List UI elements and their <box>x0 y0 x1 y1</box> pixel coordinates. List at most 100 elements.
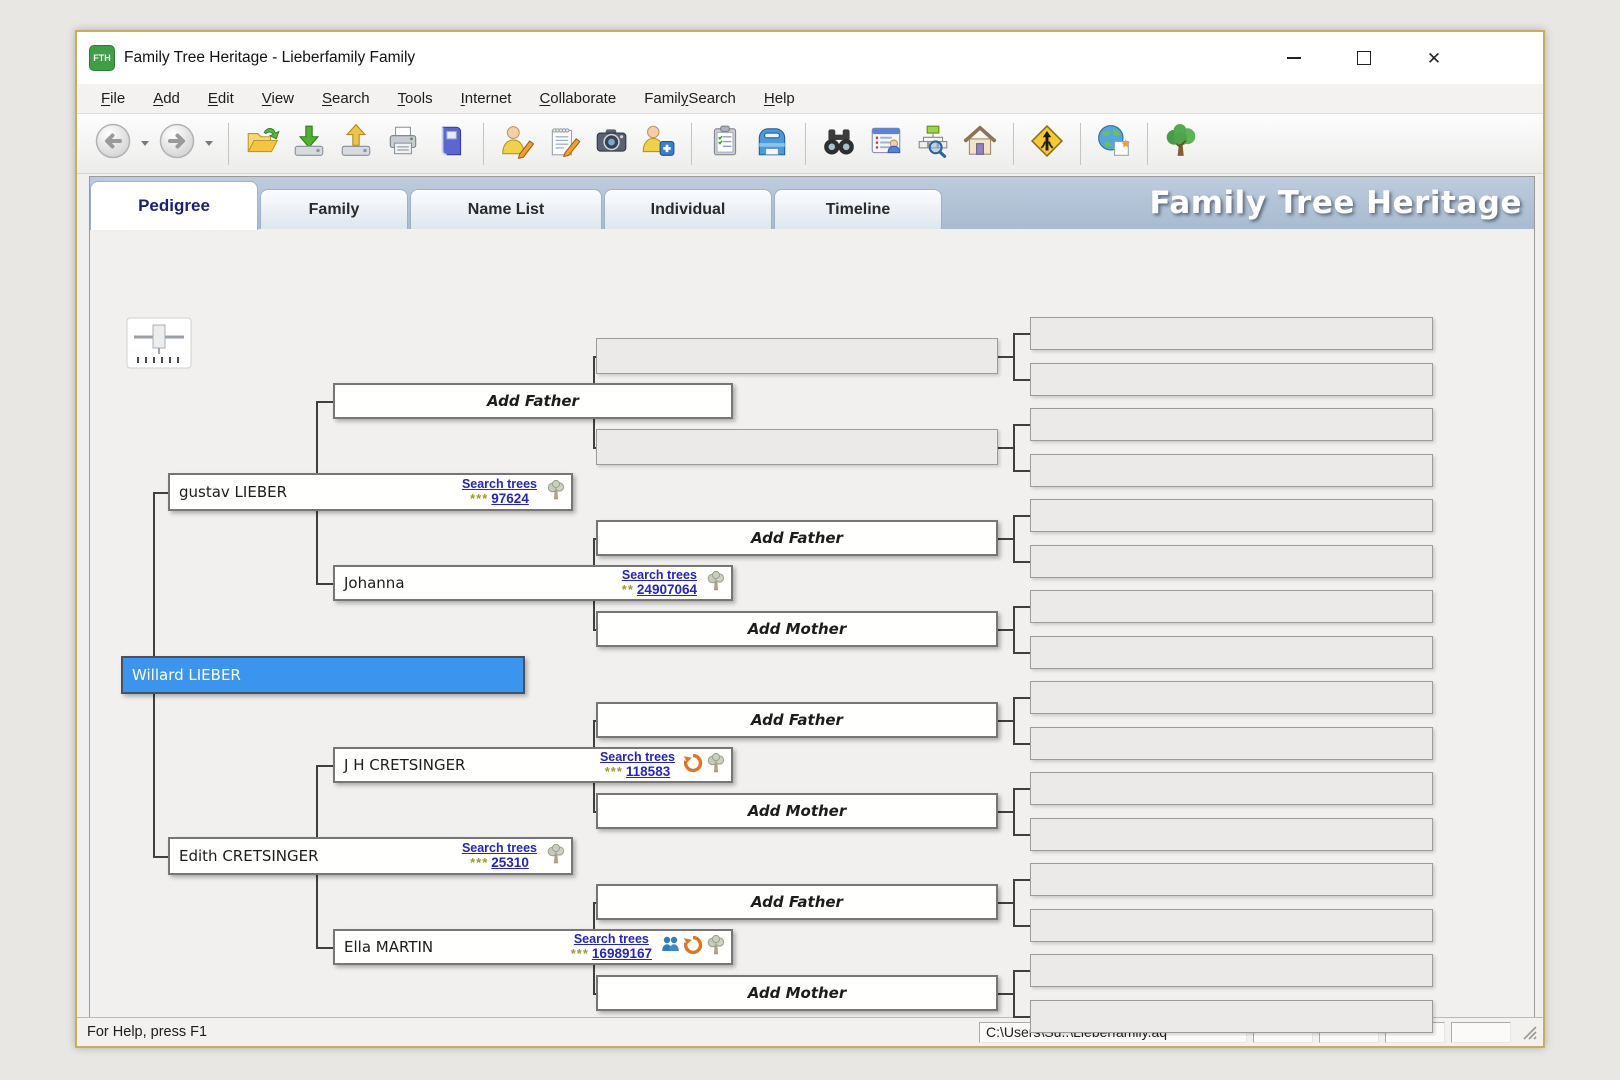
menu-help[interactable]: Help <box>750 90 809 107</box>
tree-id-link[interactable]: 24907064 <box>637 582 697 597</box>
tab-name-list[interactable]: Name List <box>410 189 602 230</box>
connector-line <box>316 765 333 767</box>
person-name: Johanna <box>335 574 405 592</box>
connector-line <box>1013 879 1015 925</box>
app-icon: FTH <box>89 45 115 71</box>
family-tree-icon[interactable] <box>545 479 567 506</box>
empty-ancestor-box <box>1030 636 1433 669</box>
empty-ancestor-box <box>1030 590 1433 623</box>
tree-id-link[interactable]: 97624 <box>491 491 529 506</box>
media-button[interactable] <box>590 120 632 168</box>
connector-line <box>1013 652 1030 654</box>
tasks-button[interactable] <box>704 120 746 168</box>
pedigree-navigation-widget[interactable] <box>126 317 192 369</box>
match-stars: ** <box>622 583 634 596</box>
connector-line <box>1013 424 1030 426</box>
tree-id-link[interactable]: 118583 <box>626 764 670 779</box>
menu-internet[interactable]: Internet <box>447 90 526 107</box>
pedigree-box-edith-cretsinger[interactable]: Edith CRETSINGERSearch trees***25310 <box>168 837 573 875</box>
tab-individual[interactable]: Individual <box>604 189 772 230</box>
connector-line <box>1013 1016 1030 1018</box>
menu-edit[interactable]: Edit <box>194 90 248 107</box>
book-reports-button[interactable] <box>429 120 471 168</box>
close-button[interactable]: ✕ <box>1425 49 1443 67</box>
pedigree-box-ella-martin[interactable]: Ella MARTINSearch trees***16989167 <box>333 929 733 965</box>
search-icon <box>821 123 857 164</box>
menu-collaborate[interactable]: Collaborate <box>525 90 630 107</box>
tree-id-link[interactable]: 16989167 <box>592 946 652 961</box>
pedigree-box-j-h-cretsinger[interactable]: J H CRETSINGERSearch trees***118583 <box>333 747 733 783</box>
empty-ancestor-box <box>1030 818 1433 851</box>
menu-familysearch[interactable]: FamilySearch <box>630 90 750 107</box>
search-trees-link[interactable]: Search trees <box>462 477 537 491</box>
merge-button[interactable] <box>1026 120 1068 168</box>
tasks-icon <box>707 123 743 164</box>
add-mother-box[interactable]: Add Mother <box>596 793 998 829</box>
menu-add[interactable]: Add <box>139 90 194 107</box>
pedigree-box-johanna[interactable]: Johanna Search trees**24907064 <box>333 565 733 601</box>
connector-line <box>1013 970 1030 972</box>
add-father-box[interactable]: Add Father <box>333 383 733 419</box>
minimize-button[interactable] <box>1285 49 1303 67</box>
connector-line <box>1013 697 1015 743</box>
research-manager-button[interactable] <box>912 120 954 168</box>
print-button[interactable] <box>382 120 424 168</box>
connector-line <box>1013 834 1030 836</box>
pedigree-box-gustav-lieber[interactable]: gustav LIEBERSearch trees***97624 <box>168 473 573 511</box>
connector-line <box>1013 697 1030 699</box>
research-manager-icon <box>915 123 951 164</box>
maximize-button[interactable] <box>1355 49 1373 67</box>
import-button[interactable] <box>288 120 330 168</box>
correspondence-button[interactable] <box>751 120 793 168</box>
search-trees-link[interactable]: Search trees <box>600 750 675 764</box>
add-father-box[interactable]: Add Father <box>596 520 998 556</box>
web-publish-button[interactable] <box>1093 120 1135 168</box>
family-tree-icon[interactable] <box>705 752 727 779</box>
back-button[interactable] <box>93 120 133 168</box>
add-individual-button[interactable] <box>637 120 679 168</box>
menu-file[interactable]: File <box>87 90 139 107</box>
menu-tools[interactable]: Tools <box>384 90 447 107</box>
media-icon <box>593 123 629 164</box>
forward-button[interactable] <box>157 120 197 168</box>
forward-dropdown-button[interactable] <box>202 120 216 168</box>
sync-icon[interactable] <box>683 753 703 778</box>
tree-id-link[interactable]: 25310 <box>491 855 529 870</box>
tree-chart-button[interactable] <box>1160 120 1202 168</box>
search-trees-link[interactable]: Search trees <box>574 932 649 946</box>
search-trees-link[interactable]: Search trees <box>622 568 697 582</box>
tab-pedigree[interactable]: Pedigree <box>90 181 258 230</box>
back-dropdown-button[interactable] <box>138 120 152 168</box>
menu-search[interactable]: Search <box>308 90 384 107</box>
group-icon[interactable] <box>660 934 681 960</box>
tab-family[interactable]: Family <box>260 189 408 230</box>
sync-icon[interactable] <box>683 935 703 960</box>
pedigree-box-root[interactable]: Willard LIEBER <box>121 656 525 694</box>
connector-line <box>998 811 1013 813</box>
edit-individual-button[interactable] <box>496 120 538 168</box>
box-icons <box>545 843 571 870</box>
connector-line <box>998 902 1013 904</box>
add-mother-box[interactable]: Add Mother <box>596 611 998 647</box>
family-tree-icon[interactable] <box>705 934 727 961</box>
person-name: Edith CRETSINGER <box>170 847 319 865</box>
home-family-button[interactable] <box>959 120 1001 168</box>
add-father-box[interactable]: Add Father <box>596 884 998 920</box>
edit-notes-button[interactable] <box>543 120 585 168</box>
individual-summary-button[interactable] <box>865 120 907 168</box>
familysearch-links: Search trees***97624 <box>462 477 545 506</box>
tab-timeline[interactable]: Timeline <box>774 189 942 230</box>
menu-view[interactable]: View <box>248 90 308 107</box>
search-trees-link[interactable]: Search trees <box>462 841 537 855</box>
add-father-box[interactable]: Add Father <box>596 702 998 738</box>
family-tree-icon[interactable] <box>705 570 727 597</box>
export-button[interactable] <box>335 120 377 168</box>
search-button[interactable] <box>818 120 860 168</box>
resize-grip[interactable] <box>1521 1024 1537 1040</box>
connector-line <box>1013 333 1015 379</box>
connector-line <box>1013 515 1030 517</box>
add-mother-box[interactable]: Add Mother <box>596 975 998 1011</box>
connector-line <box>998 447 1013 449</box>
family-tree-icon[interactable] <box>545 843 567 870</box>
open-family-file-button[interactable] <box>241 120 283 168</box>
